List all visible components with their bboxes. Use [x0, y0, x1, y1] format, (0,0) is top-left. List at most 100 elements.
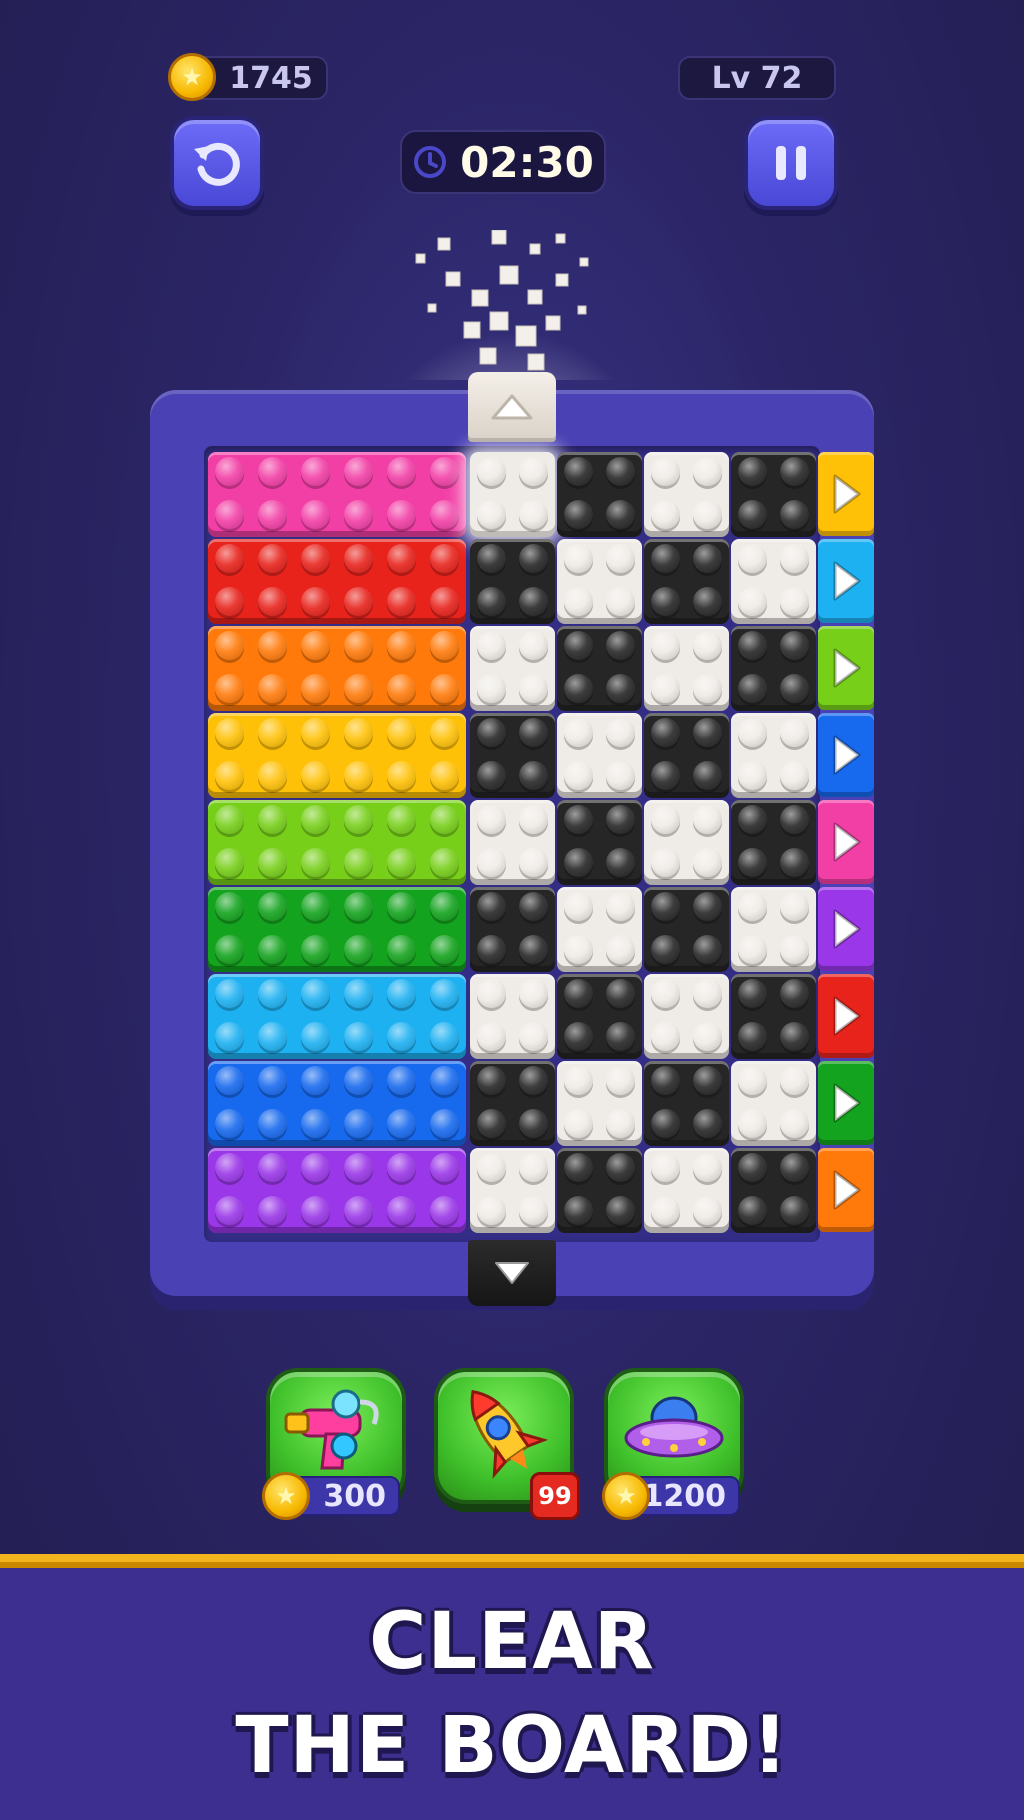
brick-stud: [301, 544, 330, 574]
small-brick-white[interactable]: [470, 626, 555, 711]
small-brick-white[interactable]: [731, 887, 816, 972]
small-brick-black[interactable]: [557, 626, 642, 711]
brick-stud: [430, 892, 459, 922]
brick-stud: [215, 1153, 244, 1183]
long-brick-orange[interactable]: [208, 626, 466, 711]
small-brick-black[interactable]: [557, 1148, 642, 1233]
exit-arrow-orange[interactable]: [818, 1148, 874, 1232]
long-brick-lime[interactable]: [208, 800, 466, 885]
exit-arrow-yellow[interactable]: [818, 452, 874, 536]
small-brick-white[interactable]: [644, 626, 729, 711]
long-brick-purple[interactable]: [208, 1148, 466, 1233]
banner-line-2: THE BOARD!: [235, 1701, 789, 1791]
small-brick-white[interactable]: [470, 452, 555, 537]
brick-stud: [563, 457, 593, 487]
small-brick-white[interactable]: [731, 539, 816, 624]
brick-stud: [650, 892, 680, 922]
long-brick-red[interactable]: [208, 539, 466, 624]
small-brick-black[interactable]: [644, 887, 729, 972]
brick-stud: [693, 892, 723, 922]
small-brick-white[interactable]: [470, 800, 555, 885]
long-brick-green[interactable]: [208, 887, 466, 972]
pause-button[interactable]: [744, 116, 838, 210]
long-brick-yellow[interactable]: [208, 713, 466, 798]
small-brick-black[interactable]: [731, 974, 816, 1059]
brick-stud: [519, 499, 549, 529]
small-brick-white[interactable]: [557, 539, 642, 624]
brick-stud: [301, 499, 330, 529]
small-brick-white[interactable]: [644, 452, 729, 537]
small-brick-black[interactable]: [644, 539, 729, 624]
brick-stud: [606, 979, 636, 1009]
small-brick-white[interactable]: [470, 1148, 555, 1233]
small-brick-black[interactable]: [731, 800, 816, 885]
brick-stud: [737, 718, 767, 748]
brick-stud: [215, 892, 244, 922]
small-brick-white[interactable]: [557, 887, 642, 972]
exit-arrow-red[interactable]: [818, 974, 874, 1058]
exit-arrow-lime[interactable]: [818, 626, 874, 710]
small-brick-black[interactable]: [731, 1148, 816, 1233]
undo-button[interactable]: [170, 116, 264, 210]
small-brick-black[interactable]: [470, 1061, 555, 1146]
small-brick-black[interactable]: [470, 887, 555, 972]
brick-stud: [650, 1108, 680, 1138]
brick-stud: [563, 1195, 593, 1225]
brick-stud: [693, 934, 723, 964]
small-brick-white[interactable]: [557, 713, 642, 798]
timer: 02:30: [400, 130, 606, 194]
exit-arrow-green[interactable]: [818, 1061, 874, 1145]
top-exit-gate[interactable]: [468, 372, 556, 442]
small-brick-white[interactable]: [731, 713, 816, 798]
brick-stud: [430, 586, 459, 616]
brick-stud: [519, 1066, 549, 1096]
small-brick-white[interactable]: [644, 1148, 729, 1233]
long-brick-sky[interactable]: [208, 974, 466, 1059]
small-brick-black[interactable]: [557, 974, 642, 1059]
brick-stud: [650, 1066, 680, 1096]
small-brick-black[interactable]: [557, 452, 642, 537]
right-arrow-icon: [833, 1083, 861, 1123]
brick-stud: [387, 1021, 416, 1051]
small-brick-black[interactable]: [644, 713, 729, 798]
coin-icon: ★: [262, 1472, 310, 1520]
small-brick-black[interactable]: [731, 626, 816, 711]
brick-stud: [215, 544, 244, 574]
small-brick-white[interactable]: [644, 974, 729, 1059]
exit-arrow-blue[interactable]: [818, 713, 874, 797]
brick-stud: [780, 631, 810, 661]
small-brick-white[interactable]: [644, 800, 729, 885]
brick-stud: [258, 1021, 287, 1051]
banner-title: CLEAR THE BOARD!: [0, 1590, 1024, 1798]
brick-stud: [780, 892, 810, 922]
small-brick-black[interactable]: [557, 800, 642, 885]
small-brick-black[interactable]: [470, 539, 555, 624]
long-brick-blue[interactable]: [208, 1061, 466, 1146]
small-brick-black[interactable]: [644, 1061, 729, 1146]
brick-stud: [476, 1066, 506, 1096]
brick-stud: [780, 499, 810, 529]
brick-stud: [344, 805, 373, 835]
brick-stud: [737, 673, 767, 703]
small-brick-white[interactable]: [557, 1061, 642, 1146]
small-brick-black[interactable]: [731, 452, 816, 537]
small-brick-white[interactable]: [731, 1061, 816, 1146]
small-brick-white[interactable]: [470, 974, 555, 1059]
brick-stud: [563, 760, 593, 790]
brick-stud: [301, 805, 330, 835]
brick-stud: [519, 1021, 549, 1051]
brick-stud: [737, 1021, 767, 1051]
brick-stud: [563, 718, 593, 748]
brick-stud: [693, 760, 723, 790]
exit-arrow-purple[interactable]: [818, 887, 874, 971]
exit-arrow-sky[interactable]: [818, 539, 874, 623]
brick-stud: [476, 673, 506, 703]
brick-stud: [563, 979, 593, 1009]
exit-arrow-pink[interactable]: [818, 800, 874, 884]
small-brick-black[interactable]: [470, 713, 555, 798]
brick-stud: [301, 934, 330, 964]
brick-stud: [650, 1153, 680, 1183]
bottom-exit-gate[interactable]: [468, 1240, 556, 1306]
brick-stud: [563, 673, 593, 703]
long-brick-pink[interactable]: [208, 452, 466, 537]
